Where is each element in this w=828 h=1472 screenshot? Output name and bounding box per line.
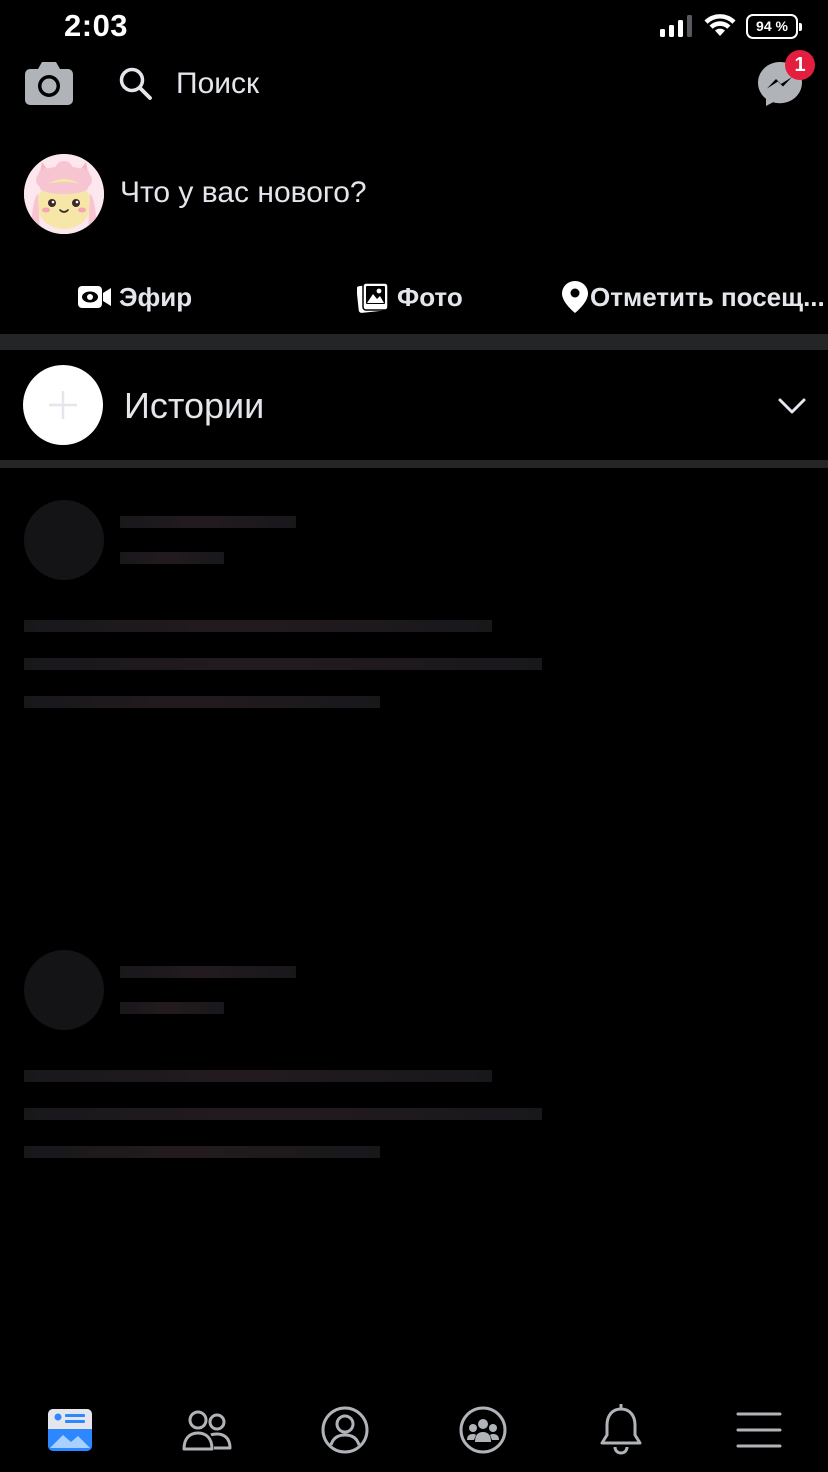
section-divider [0,334,828,350]
skeleton-avatar [24,950,104,1030]
profile-icon [321,1406,369,1454]
search-bar[interactable]: Поиск [118,64,259,104]
news-feed-icon [48,1409,92,1451]
bell-icon [600,1404,642,1455]
tab-menu[interactable] [729,1404,789,1456]
skeleton-line [24,620,492,632]
skeleton-line [24,1108,542,1120]
skeleton-avatar [24,500,104,580]
camera-icon [25,62,73,105]
photo-button[interactable]: Фото [357,270,463,324]
tab-profile[interactable] [315,1404,375,1456]
skeleton-line [24,1146,380,1158]
camera-button[interactable] [24,60,74,106]
status-time: 2:03 [64,8,129,43]
composer-prompt[interactable]: Что у вас нового? [120,176,367,210]
chevron-down-icon [778,398,806,414]
wifi-icon [704,14,736,36]
bottom-tab-bar [0,1380,828,1472]
photo-icon [357,282,389,313]
live-video-icon [78,286,111,308]
tab-groups[interactable] [453,1404,513,1456]
location-pin-icon [562,281,588,313]
check-in-label: Отметить посещ... [590,281,825,312]
avatar[interactable] [24,154,104,234]
add-story-button[interactable] [23,365,103,445]
search-icon [119,67,152,100]
status-icons: 94 % [660,12,802,40]
plus-icon [49,391,77,419]
skeleton-line [120,516,296,528]
live-video-label: Эфир [119,281,193,312]
tab-friends[interactable] [177,1404,237,1456]
section-divider [0,460,828,468]
composer-actions: Эфир Фото Отметить посещ... [0,270,828,324]
skeleton-line [120,552,224,564]
groups-icon [459,1406,507,1454]
tab-news-feed[interactable] [40,1404,100,1456]
skeleton-line [24,1070,492,1082]
tab-notifications[interactable] [591,1404,651,1456]
messenger-badge: 1 [785,50,815,80]
friends-icon [182,1410,232,1451]
search-placeholder: Поиск [176,67,260,100]
skeleton-line [24,696,380,708]
llama-avatar-image [24,154,104,234]
check-in-button[interactable]: Отметить посещ... [562,270,825,324]
skeleton-line [120,966,296,978]
skeleton-line [24,658,542,670]
hamburger-menu-icon [736,1412,782,1448]
photo-label: Фото [397,281,463,312]
stories-title: Истории [124,385,265,426]
battery-indicator: 94 % [746,13,802,39]
stories-expand-button[interactable] [776,392,808,420]
cellular-signal-icon [660,15,692,37]
skeleton-line [120,1002,224,1014]
live-video-button[interactable]: Эфир [78,270,192,324]
